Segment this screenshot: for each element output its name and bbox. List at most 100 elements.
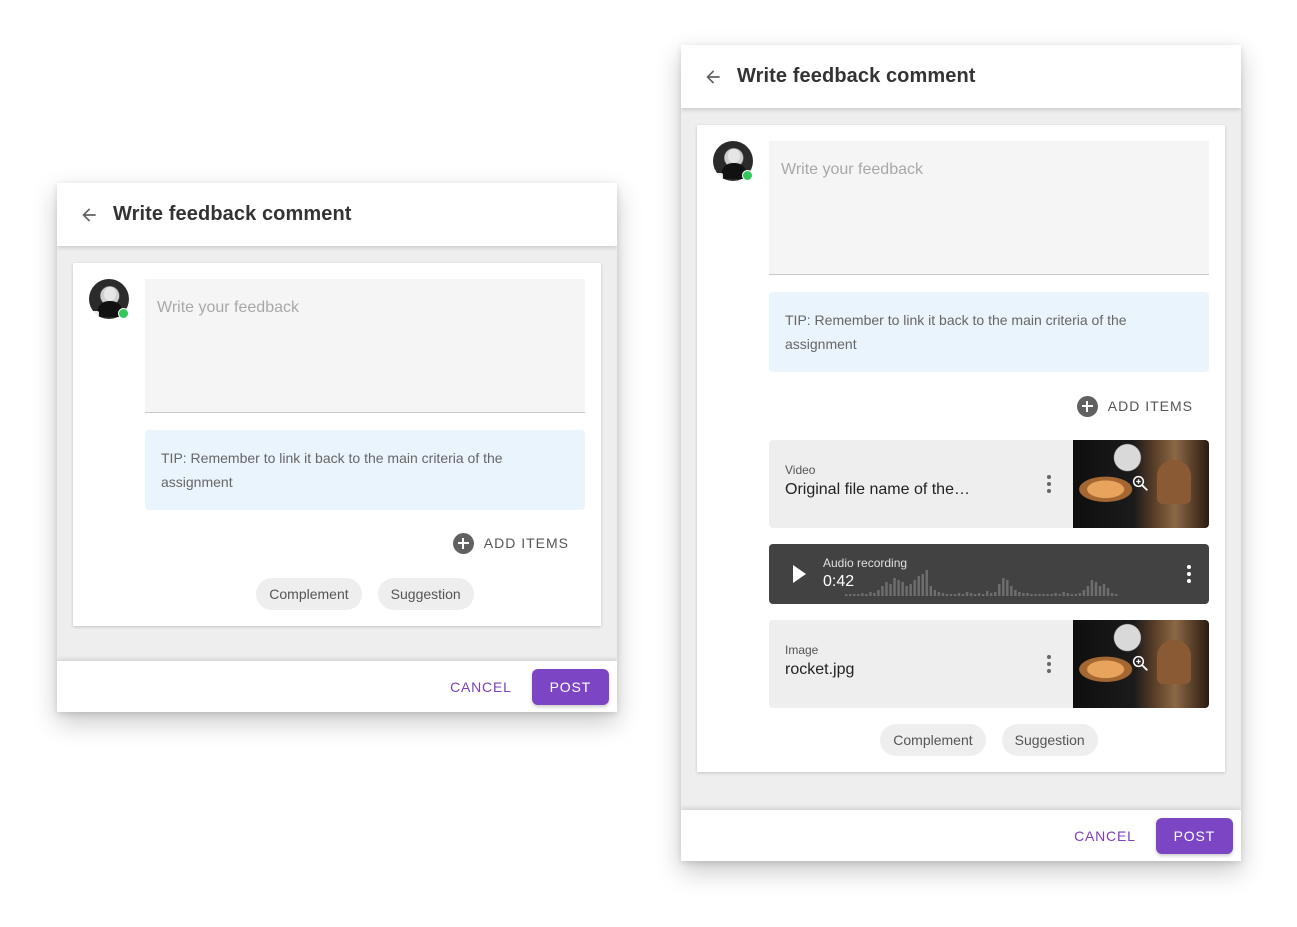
video-attachment: Video Original file name of the… [769,440,1209,528]
attachment-type: Video [785,463,816,477]
image-thumbnail[interactable] [1073,620,1209,708]
play-icon[interactable] [793,565,806,583]
dialog-header: Write feedback comment [681,45,1241,108]
feedback-input[interactable] [145,279,585,412]
waveform-bar [1074,594,1077,596]
waveform-bar [1050,594,1053,596]
waveform-bar [990,593,993,596]
attachment-name: rocket.jpg [785,661,855,678]
waveform-bar [869,592,872,596]
waveform-bar [945,594,949,596]
waveform-bar [1026,593,1029,596]
waveform-bar [929,586,932,596]
arrow-back-icon [706,69,720,84]
waveform-bar [1038,594,1041,596]
post-button[interactable]: POST [1155,817,1233,854]
waveform-bar [1098,586,1102,596]
add-items-label: ADD ITEMS [483,535,569,551]
waveform-bar [893,578,896,596]
waveform-bar [905,586,908,596]
waveform-bar [1006,580,1009,596]
waveform-bar [925,570,928,596]
waveform-bar [937,592,941,596]
video-thumbnail[interactable] [1073,440,1209,528]
waveform-bar [897,580,900,596]
feedback-input[interactable] [769,141,1209,274]
chip-suggestion[interactable]: Suggestion [1001,724,1098,756]
attachment-name: Original file name of the… [785,481,970,498]
waveform-bar [849,594,852,596]
waveform-bar [865,594,868,596]
waveform-bar [985,591,989,596]
post-button[interactable]: POST [531,668,609,705]
add-circle-icon [1076,395,1098,417]
add-items-button[interactable]: ADD ITEMS [452,531,569,555]
avatar [89,279,129,319]
feedback-dialog-with-attachments: Write feedback comment TIP: Remember to … [681,45,1241,861]
waveform-bar [1082,590,1086,596]
waveform-bar [941,593,945,596]
waveform-bar [1014,590,1017,596]
waveform-bar [1018,592,1021,596]
waveform-bar [1030,594,1033,596]
dialog-footer: CANCEL POST [57,661,617,712]
cancel-button[interactable]: CANCEL [1054,828,1156,844]
waveform-bar [881,586,884,596]
chip-group: Complement Suggestion [769,724,1209,756]
dialog-header: Write feedback comment [57,183,617,246]
avatar [713,141,753,181]
waveform-bar [1010,586,1013,596]
waveform-bar [901,582,904,596]
back-button[interactable] [701,65,725,89]
waveform-bar [1058,594,1061,596]
waveform-bar [1062,592,1065,596]
waveform-bar [973,594,977,596]
waveform-bar [994,592,997,596]
feedback-dialog-compact: Write feedback comment TIP: Remember to … [57,183,617,712]
online-status-icon [118,308,129,319]
waveform-bar [877,590,880,596]
waveform-bar [845,594,848,596]
feedback-input-container [769,141,1209,275]
chip-complement[interactable]: Complement [256,578,362,610]
chip-complement[interactable]: Complement [880,724,986,756]
more-vert-icon[interactable] [1039,652,1059,676]
waveform-bar [1046,594,1049,596]
waveform-bar [861,593,864,596]
audio-waveform[interactable] [845,568,1135,596]
waveform-bar [953,594,957,596]
waveform-bar [998,584,1001,596]
waveform-bar [909,584,912,596]
waveform-bar [981,594,985,596]
waveform-bar [1042,594,1045,596]
add-circle-icon [452,532,474,554]
cancel-button[interactable]: CANCEL [430,679,532,695]
arrow-back-icon [82,207,96,222]
chip-suggestion[interactable]: Suggestion [377,578,474,610]
waveform-bar [1086,586,1090,596]
more-vert-icon[interactable] [1179,562,1199,586]
waveform-bar [949,594,953,596]
waveform-bar [1106,588,1110,596]
image-attachment: Image rocket.jpg [769,620,1209,708]
waveform-bar [965,592,969,596]
waveform-bar [1094,582,1098,596]
waveform-bar [1110,593,1114,596]
back-button[interactable] [77,203,101,227]
zoom-in-icon [1132,655,1148,671]
waveform-bar [873,593,876,596]
add-items-button[interactable]: ADD ITEMS [1076,394,1193,418]
waveform-bar [853,594,856,596]
chip-group: Complement Suggestion [145,578,585,610]
attachment-type: Image [785,643,819,657]
waveform-bar [913,580,916,596]
comment-card: TIP: Remember to link it back to the mai… [73,263,601,626]
waveform-bar [933,590,937,596]
more-vert-icon[interactable] [1039,472,1059,496]
role-badge-icon [715,173,723,179]
role-badge-icon [91,311,99,317]
dialog-footer: CANCEL POST [681,810,1241,861]
feedback-input-container [145,279,585,413]
waveform-bar [969,593,973,596]
waveform-bar [977,593,981,596]
